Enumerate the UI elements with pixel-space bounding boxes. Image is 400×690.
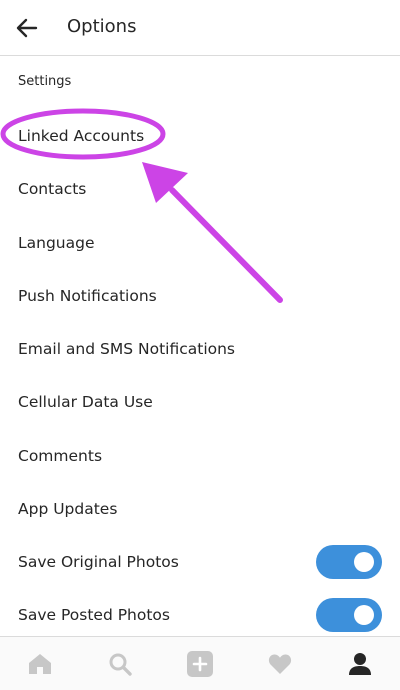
tab-home[interactable] [0, 637, 80, 690]
settings-item-email-sms-notifications[interactable]: Email and SMS Notifications [0, 324, 400, 374]
profile-icon [349, 653, 371, 675]
heart-icon [268, 654, 292, 674]
tab-new-post[interactable] [160, 637, 240, 690]
tab-profile[interactable] [320, 637, 400, 690]
section-label-settings: Settings [18, 74, 72, 89]
tab-search[interactable] [80, 637, 160, 690]
settings-item-app-updates[interactable]: App Updates [0, 484, 400, 534]
bottom-navigation [0, 636, 400, 690]
settings-item-label: Comments [18, 447, 103, 465]
arrow-left-icon [16, 18, 38, 38]
settings-item-label: Email and SMS Notifications [18, 340, 236, 358]
settings-item-label: Cellular Data Use [18, 393, 153, 411]
settings-item-language[interactable]: Language [0, 218, 400, 268]
settings-item-cellular-data-use[interactable]: Cellular Data Use [0, 377, 400, 427]
settings-item-label: App Updates [18, 500, 118, 518]
settings-item-label: Contacts [18, 180, 87, 198]
settings-item-label: Language [18, 234, 95, 252]
page-title: Options [67, 16, 137, 37]
toggle-knob [354, 552, 374, 572]
settings-item-comments[interactable]: Comments [0, 431, 400, 481]
toggle-knob [354, 605, 374, 625]
settings-item-linked-accounts[interactable]: Linked Accounts [0, 111, 400, 161]
settings-item-label: Push Notifications [18, 287, 157, 305]
save-posted-photos-toggle[interactable] [316, 598, 382, 632]
settings-item-label: Save Posted Photos [18, 606, 170, 624]
header: Options [0, 0, 400, 56]
settings-item-label: Linked Accounts [18, 127, 145, 145]
settings-item-contacts[interactable]: Contacts [0, 164, 400, 214]
back-button[interactable] [10, 12, 44, 44]
options-screen: Options Settings Linked Accounts Contact… [0, 0, 400, 690]
plus-square-icon [187, 651, 213, 677]
tab-activity[interactable] [240, 637, 320, 690]
settings-item-save-original-photos: Save Original Photos [0, 537, 400, 587]
settings-item-label: Save Original Photos [18, 553, 179, 571]
search-icon [109, 653, 132, 676]
settings-item-save-posted-photos: Save Posted Photos [0, 590, 400, 640]
settings-item-push-notifications[interactable]: Push Notifications [0, 271, 400, 321]
home-icon [29, 654, 51, 674]
save-original-photos-toggle[interactable] [316, 545, 382, 579]
